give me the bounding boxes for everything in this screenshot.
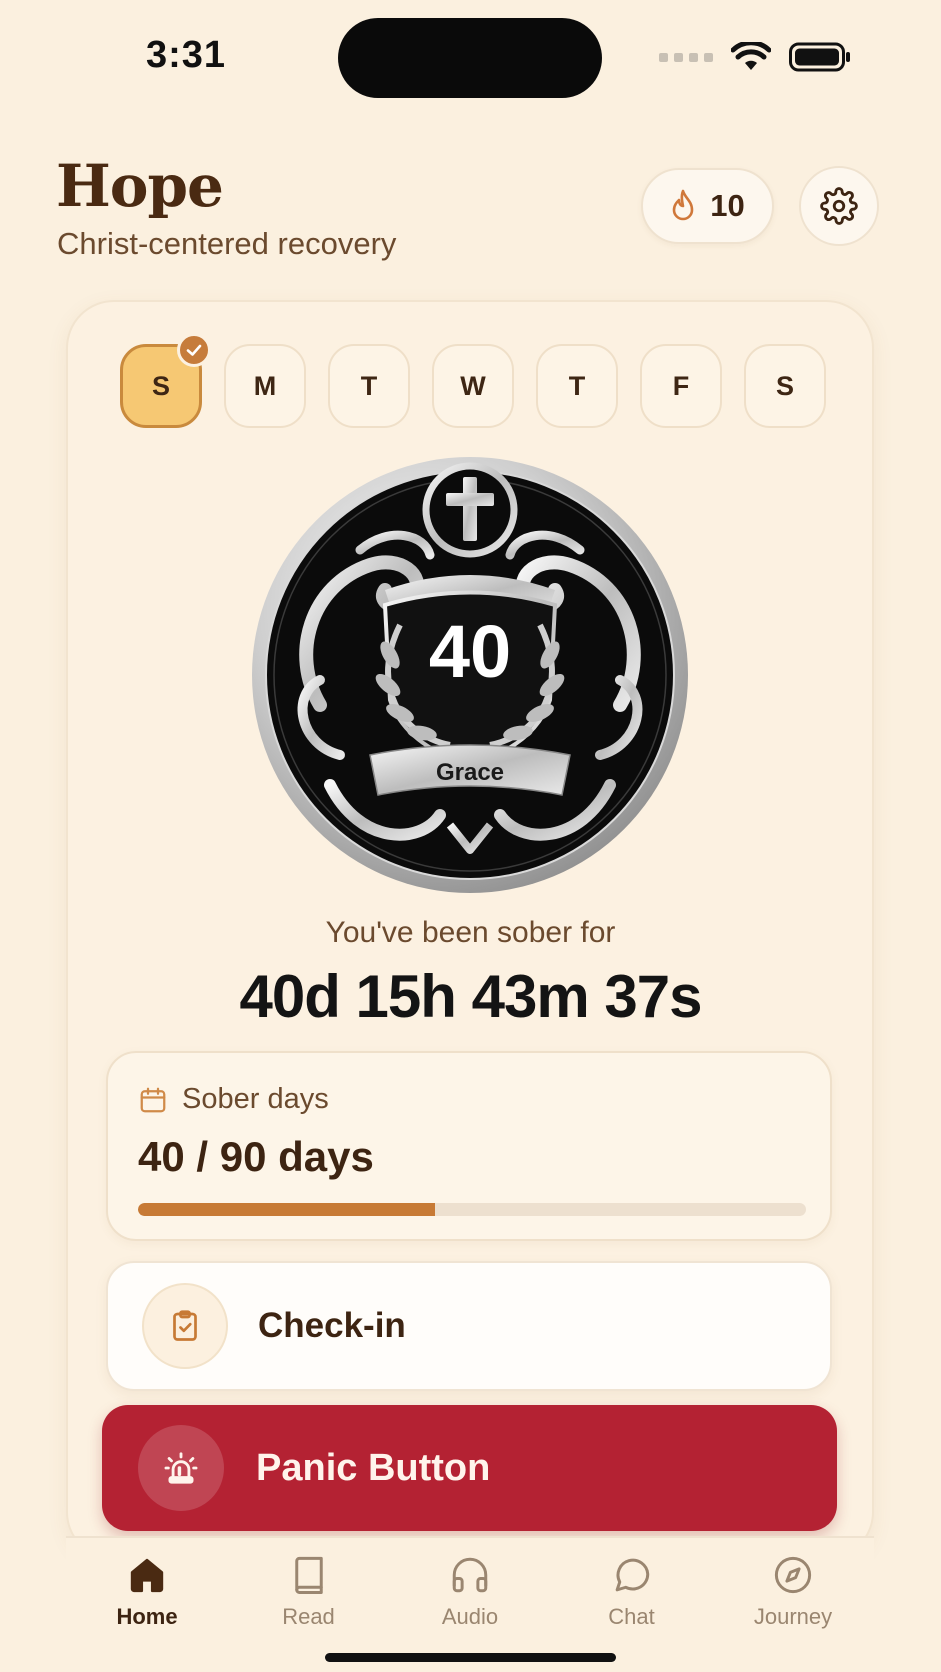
battery-icon [789, 42, 850, 72]
sobriety-timer: 40d 15h 43m 37s [239, 963, 703, 1030]
checkin-label: Check-in [258, 1306, 406, 1345]
app-subtitle: Christ-centered recovery [57, 226, 397, 261]
calendar-icon [140, 1087, 166, 1112]
sober-days-value: 40 / 90 days [138, 1133, 374, 1180]
sobriety-coin[interactable]: 40 Grace [250, 455, 690, 895]
streak-count: 10 [710, 188, 745, 223]
day-label: T [568, 370, 586, 401]
sober-days-header: Sober days [138, 1083, 329, 1116]
sober-days-progress [138, 1203, 806, 1216]
book-icon [294, 1556, 323, 1594]
tab-label: Chat [608, 1604, 655, 1629]
tab-label: Journey [753, 1604, 833, 1629]
streak-button[interactable]: 10 [641, 168, 774, 244]
checkin-icon-wrap [142, 1283, 228, 1369]
chat-bubble-icon [615, 1558, 649, 1592]
home-indicator [325, 1653, 616, 1662]
tab-bar: Home Read Audio Chat Journey [66, 1536, 874, 1672]
day-label: S [775, 370, 794, 401]
day-wednesday[interactable]: W [432, 344, 514, 428]
tab-journey[interactable]: Journey [734, 1554, 852, 1672]
coin-number: 40 [429, 610, 511, 693]
tab-label: Home [116, 1604, 178, 1629]
app-screen: 3:31 Hope Christ-centered recovery 10 S … [0, 0, 941, 1672]
checkin-button[interactable]: Check-in [106, 1261, 832, 1391]
week-tracker: S M T W T F S [120, 333, 826, 428]
siren-icon [164, 1452, 198, 1484]
headphones-icon [452, 1557, 488, 1593]
day-label: F [672, 370, 690, 401]
day-label: T [360, 370, 378, 401]
sober-days-progress-fill [138, 1203, 435, 1216]
day-label: W [460, 370, 486, 401]
tab-label: Audio [441, 1604, 499, 1629]
status-time: 3:31 [146, 34, 227, 76]
day-saturday[interactable]: S [744, 344, 826, 428]
day-label: M [253, 370, 277, 401]
tab-label: Read [282, 1604, 335, 1629]
wifi-icon [731, 42, 771, 70]
day-label: S [151, 370, 170, 401]
tab-home[interactable]: Home [88, 1554, 206, 1672]
clipboard-check-icon [173, 1310, 197, 1341]
sober-days-label: Sober days [182, 1083, 329, 1115]
dynamic-island [338, 18, 602, 98]
coin-banner: Grace [436, 759, 504, 786]
panic-icon-wrap [138, 1425, 224, 1511]
flame-icon [672, 189, 694, 221]
day-sunday[interactable]: S [120, 333, 211, 428]
day-tuesday[interactable]: T [328, 344, 410, 428]
gear-icon [820, 187, 858, 225]
status-icons [659, 42, 851, 72]
home-icon [130, 1558, 164, 1593]
app-title: Hope [56, 152, 224, 220]
panic-button[interactable]: Panic Button [102, 1405, 837, 1531]
sober-label: You've been sober for [325, 916, 616, 949]
panic-label: Panic Button [256, 1446, 491, 1489]
sober-days-card[interactable]: Sober days 40 / 90 days [106, 1051, 832, 1241]
check-badge-icon [177, 333, 211, 367]
day-thursday[interactable]: T [536, 344, 618, 428]
signal-dots-icon [659, 52, 713, 62]
day-friday[interactable]: F [640, 344, 722, 428]
compass-icon [774, 1556, 812, 1594]
day-monday[interactable]: M [224, 344, 306, 428]
settings-button[interactable] [799, 166, 879, 246]
